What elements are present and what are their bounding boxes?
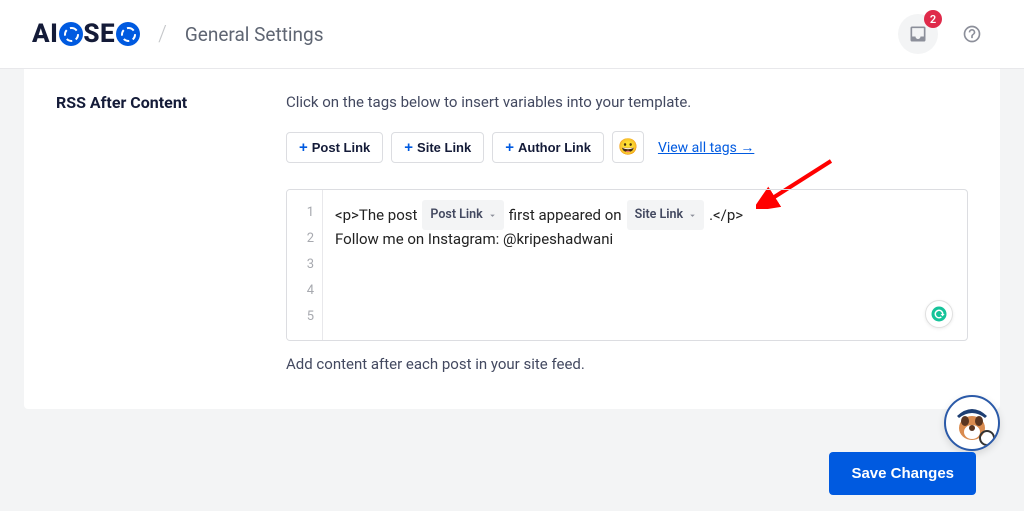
editor-line[interactable]: <p>The post Post Link first appeared on … [335,200,953,226]
inbox-icon [908,24,928,44]
line-number: 1 [287,200,314,226]
editor-body[interactable]: <p>The post Post Link first appeared on … [287,190,967,340]
emoji-picker-button[interactable]: 😀 [612,131,644,163]
text-segment: first appeared on [509,202,622,228]
settings-label-col: RSS After Content [56,93,246,373]
logo-text-b: SE [83,19,115,49]
tag-author-link-button[interactable]: + Author Link [492,132,604,163]
text-segment: Follow me on Instagram: @kripeshadwani [335,226,613,252]
main-panel: RSS After Content Click on the tags belo… [24,69,1000,409]
tag-label: Site Link [417,140,471,155]
view-all-tags-link[interactable]: View all tags → [658,139,754,156]
editor-wrap: 1 2 3 4 5 <p>The post Post Link first ap… [286,189,968,341]
tag-label: Post Link [312,140,371,155]
chevron-down-icon [487,210,498,221]
tag-label: Author Link [518,140,591,155]
plus-icon: + [505,139,514,156]
line-gutter: 1 2 3 4 5 [287,190,323,340]
tag-post-link-button[interactable]: + Post Link [286,132,383,163]
tag-site-link-button[interactable]: + Site Link [391,132,484,163]
grammarly-icon [930,305,948,323]
logo[interactable]: AI SE [32,19,140,49]
breadcrumb-separator: / [158,22,167,47]
plus-icon: + [404,139,413,156]
header-left: AI SE / General Settings [32,19,324,49]
editor-line[interactable] [335,304,953,330]
bottom-bar: Save Changes [24,436,1000,511]
text-segment: <p>The post [335,202,417,228]
helper-text: Add content after each post in your site… [286,355,968,373]
plus-icon: + [299,139,308,156]
help-button[interactable] [952,14,992,54]
section-title: RSS After Content [56,93,246,112]
notification-badge: 2 [924,10,942,28]
help-icon [962,24,982,44]
chevron-down-icon [687,210,698,221]
emoji-icon: 😀 [618,137,638,157]
inline-tag-label: Post Link [430,202,482,228]
line-number: 2 [287,226,314,252]
text-segment: .</p> [709,202,743,228]
app-header: AI SE / General Settings 2 [0,0,1024,69]
grammarly-widget[interactable] [925,300,953,328]
page-title: General Settings [185,23,324,46]
line-number: 3 [287,252,314,278]
settings-content-col: Click on the tags below to insert variab… [286,93,968,373]
header-right: 2 [898,14,992,54]
rss-template-editor[interactable]: 1 2 3 4 5 <p>The post Post Link first ap… [286,189,968,341]
line-number: 5 [287,304,314,330]
logo-gear-icon [116,22,140,46]
tag-buttons-row: + Post Link + Site Link + Author Link 😀 … [286,131,968,163]
editor-line[interactable] [335,252,953,278]
editor-line[interactable] [335,278,953,304]
inbox-button[interactable]: 2 [898,14,938,54]
logo-gear-icon [59,22,83,46]
logo-text-a: AI [32,19,58,49]
save-changes-button[interactable]: Save Changes [829,452,976,495]
inline-tag-label: Site Link [635,202,684,228]
instruction-text: Click on the tags below to insert variab… [286,93,968,111]
line-number: 4 [287,278,314,304]
inline-tag-site-link[interactable]: Site Link [627,200,705,230]
